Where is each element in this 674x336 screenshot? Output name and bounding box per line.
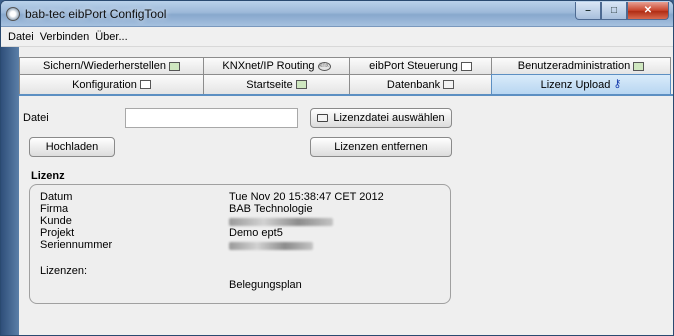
menu-ueber[interactable]: Über... [92,31,130,43]
license-info-panel: Datum Tue Nov 20 15:38:47 CET 2012 Firma… [29,184,451,304]
tab-row-1: Sichern/Wiederherstellen KNXnet/IP Routi… [19,57,673,74]
app-icon [6,7,20,21]
tab-konfiguration[interactable]: Konfiguration [19,74,204,94]
tab-label: Sichern/Wiederherstellen [43,60,166,72]
home-icon [295,80,307,89]
serial-value-redacted [229,242,313,250]
serial-label: Seriennummer [40,239,113,251]
window-controls: – □ ✕ [575,2,669,20]
key-icon: ⚷ [613,78,622,90]
tab-datenbank[interactable]: Datenbank [349,74,492,94]
tab-label: eibPort Steuerung [369,60,458,72]
customer-label: Kunde [40,215,72,227]
app-window: bab-tec eibPort ConfigTool – □ ✕ Datei V… [0,0,674,336]
menu-bar: Datei Verbinden Über... [1,27,673,47]
remove-licenses-button[interactable]: Lizenzen entfernen [310,137,452,157]
file-label: Datei [23,112,49,124]
lizenz-upload-panel: Datei Lizenzdatei auswählen Hochladen Li… [19,94,673,335]
licenses-label: Lizenzen: [40,265,88,277]
customer-value-redacted [229,218,333,226]
maximize-button[interactable]: □ [601,2,627,20]
remove-licenses-label: Lizenzen entfernen [334,141,428,153]
menu-datei[interactable]: Datei [5,31,37,43]
file-path-input[interactable] [125,108,298,128]
close-button[interactable]: ✕ [627,2,669,20]
config-icon [139,80,151,89]
licenses-value: Belegungsplan [229,279,302,291]
project-label: Projekt [40,227,75,239]
window-title: bab-tec eibPort ConfigTool [25,7,167,21]
tab-knxnet-ip-routing[interactable]: KNXnet/IP Routing knx [203,57,350,74]
folder-icon [317,114,329,122]
tab-lizenz-upload[interactable]: Lizenz Upload ⚷ [491,74,671,94]
minimize-icon: – [585,5,591,16]
tab-label: KNXnet/IP Routing [222,60,315,72]
menu-verbinden[interactable]: Verbinden [37,31,93,43]
tab-startseite[interactable]: Startseite [203,74,350,94]
document-icon [168,61,180,71]
tab-eibport-steuerung[interactable]: eibPort Steuerung [349,57,492,74]
left-background-strip [1,47,19,335]
minimize-button[interactable]: – [575,2,601,20]
date-value: Tue Nov 20 15:38:47 CET 2012 [229,191,384,203]
project-value: Demo ept5 [229,227,283,239]
company-label: Firma [40,203,69,215]
select-license-file-button[interactable]: Lizenzdatei auswählen [310,108,452,128]
company-value: BAB Technologie [229,203,313,215]
tab-sichern-wiederherstellen[interactable]: Sichern/Wiederherstellen [19,57,204,74]
license-section-title: Lizenz [31,170,65,182]
tab-label: Benutzeradministration [517,60,631,72]
monitor-icon [460,61,472,71]
tab-label: Konfiguration [72,78,137,91]
database-icon [443,80,455,89]
tab-label: Datenbank [386,78,441,91]
tab-label: Lizenz Upload [540,78,611,91]
close-icon: ✕ [643,5,653,16]
maximize-icon: □ [610,5,618,16]
tab-row-2: Konfiguration Startseite Datenbank Lizen… [19,74,673,94]
knx-icon: knx [317,61,331,71]
upload-button-label: Hochladen [45,141,99,153]
select-license-file-label: Lizenzdatei auswählen [333,112,445,124]
tab-benutzeradministration[interactable]: Benutzeradministration [491,57,671,74]
tab-label: Startseite [246,78,293,91]
user-admin-icon [633,61,645,71]
title-bar[interactable]: bab-tec eibPort ConfigTool – □ ✕ [1,1,673,27]
date-label: Datum [40,191,73,203]
upload-button[interactable]: Hochladen [29,137,115,157]
